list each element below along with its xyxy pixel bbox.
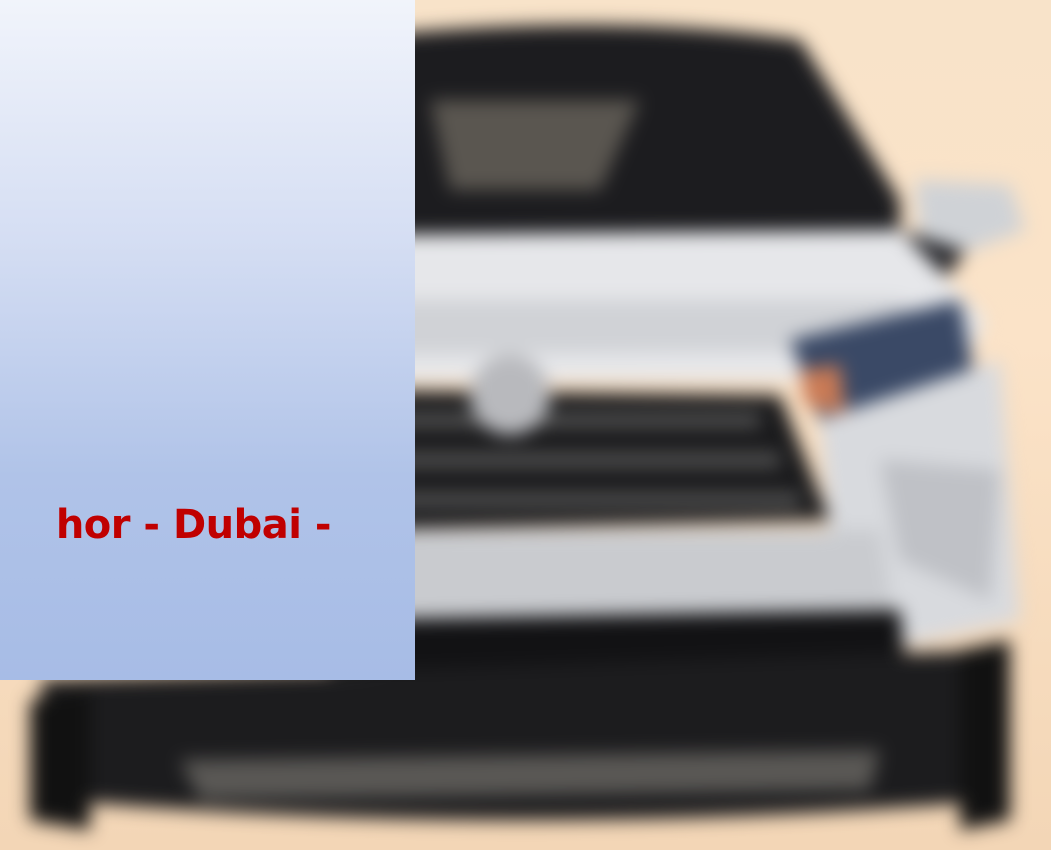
panel-caption: hor - Dubai - bbox=[55, 502, 332, 548]
text-panel: hor - Dubai - bbox=[0, 0, 415, 680]
